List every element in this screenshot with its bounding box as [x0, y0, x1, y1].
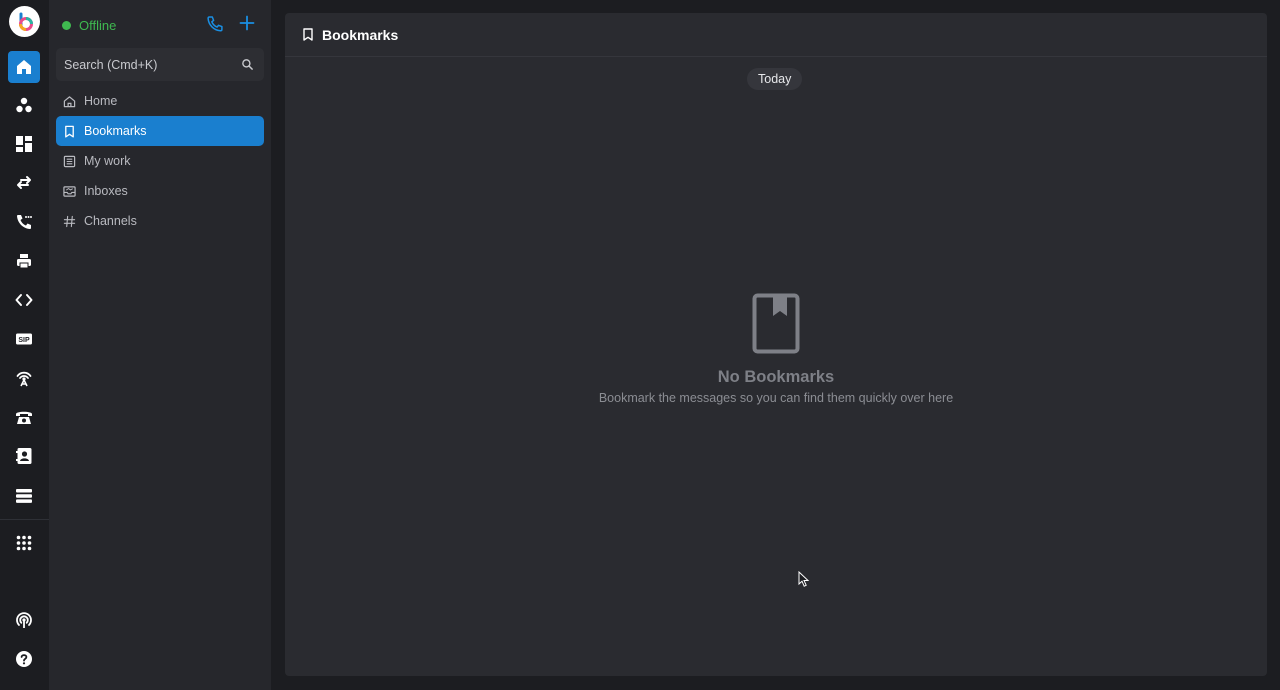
- dashboard-icon: [16, 136, 32, 152]
- sidebar-item-label: Inboxes: [84, 184, 128, 198]
- phone-icon[interactable]: [206, 15, 224, 33]
- sidebar-item-label: Channels: [84, 214, 137, 228]
- sip-icon: SIP: [16, 333, 32, 345]
- bookmark-icon: [303, 28, 313, 41]
- rail-server-button[interactable]: [8, 480, 40, 512]
- presence-status[interactable]: Offline: [62, 15, 116, 35]
- left-rail: SIP: [0, 0, 49, 690]
- rail-code-button[interactable]: [8, 284, 40, 316]
- server-icon: [16, 489, 32, 503]
- app-window: SIP Offline Search (Cmd+K) Home Bookmark…: [0, 0, 1280, 690]
- status-label: Offline: [79, 17, 117, 33]
- help-icon: [16, 651, 32, 667]
- sidebar-item-inboxes[interactable]: Inboxes: [56, 176, 264, 206]
- empty-state: No Bookmarks Bookmark the messages so yo…: [285, 293, 1267, 405]
- contacts-icon: [16, 448, 32, 464]
- transfer-icon: [17, 176, 31, 189]
- sidebar-item-label: My work: [84, 154, 131, 168]
- printer-icon: [17, 254, 31, 269]
- inbox-icon: [63, 185, 76, 197]
- broadcast-icon: [16, 612, 32, 628]
- svg-text:SIP: SIP: [18, 337, 30, 344]
- sidebar: Offline Home Bookmarks My work Inboxe: [49, 0, 271, 690]
- desk-phone-icon: [16, 411, 32, 424]
- rail-transfer-button[interactable]: [8, 167, 40, 199]
- mouse-cursor-icon: [798, 571, 810, 587]
- sidebar-item-channels[interactable]: Channels: [56, 206, 264, 236]
- apps-grid-icon: [16, 535, 32, 551]
- antenna-icon: [16, 371, 32, 387]
- page-title: Bookmarks: [322, 26, 399, 43]
- rail-dashboard-button[interactable]: [8, 128, 40, 160]
- rail-help-button[interactable]: [8, 643, 40, 675]
- team-icon: [16, 97, 32, 113]
- main-panel: Bookmarks Today No Bookmarks Bookmark th…: [285, 13, 1267, 676]
- main-header: Bookmarks: [285, 13, 1267, 57]
- rail-divider: [0, 519, 49, 520]
- sidebar-nav: Home Bookmarks My work Inboxes Channels: [56, 86, 264, 236]
- rail-antenna-button[interactable]: [8, 362, 40, 394]
- rail-desk-phone-button[interactable]: [8, 401, 40, 433]
- status-dot-icon: [62, 20, 71, 30]
- empty-bookmark-icon: [752, 293, 800, 354]
- call-log-icon: [17, 215, 32, 229]
- sidebar-item-label: Bookmarks: [84, 124, 147, 138]
- search-icon[interactable]: [241, 58, 254, 71]
- empty-state-subtitle: Bookmark the messages so you can find th…: [598, 391, 954, 405]
- rail-sip-button[interactable]: SIP: [8, 323, 40, 355]
- list-icon: [63, 155, 76, 167]
- rail-call-log-button[interactable]: [8, 206, 40, 238]
- sidebar-item-home[interactable]: Home: [56, 86, 264, 116]
- date-separator: Today: [747, 68, 803, 90]
- rail-team-button[interactable]: [8, 89, 40, 121]
- search-input[interactable]: [64, 57, 241, 72]
- bookmark-icon: [65, 125, 74, 138]
- sidebar-item-my-work[interactable]: My work: [56, 146, 264, 176]
- rail-home-button[interactable]: [8, 51, 40, 83]
- rail-apps-button[interactable]: [8, 527, 40, 559]
- app-logo[interactable]: [9, 6, 40, 37]
- empty-state-title: No Bookmarks: [717, 368, 835, 386]
- rail-contacts-button[interactable]: [8, 440, 40, 472]
- rail-printer-button[interactable]: [8, 245, 40, 277]
- logo-icon: [18, 12, 33, 31]
- search-box: [56, 48, 264, 81]
- rail-broadcast-button[interactable]: [8, 604, 40, 636]
- home-icon: [63, 95, 76, 107]
- hash-icon: [63, 215, 76, 227]
- code-icon: [15, 294, 33, 306]
- home-icon: [17, 60, 31, 74]
- sidebar-item-bookmarks[interactable]: Bookmarks: [56, 116, 264, 146]
- add-icon[interactable]: [238, 14, 256, 32]
- sidebar-item-label: Home: [84, 94, 118, 108]
